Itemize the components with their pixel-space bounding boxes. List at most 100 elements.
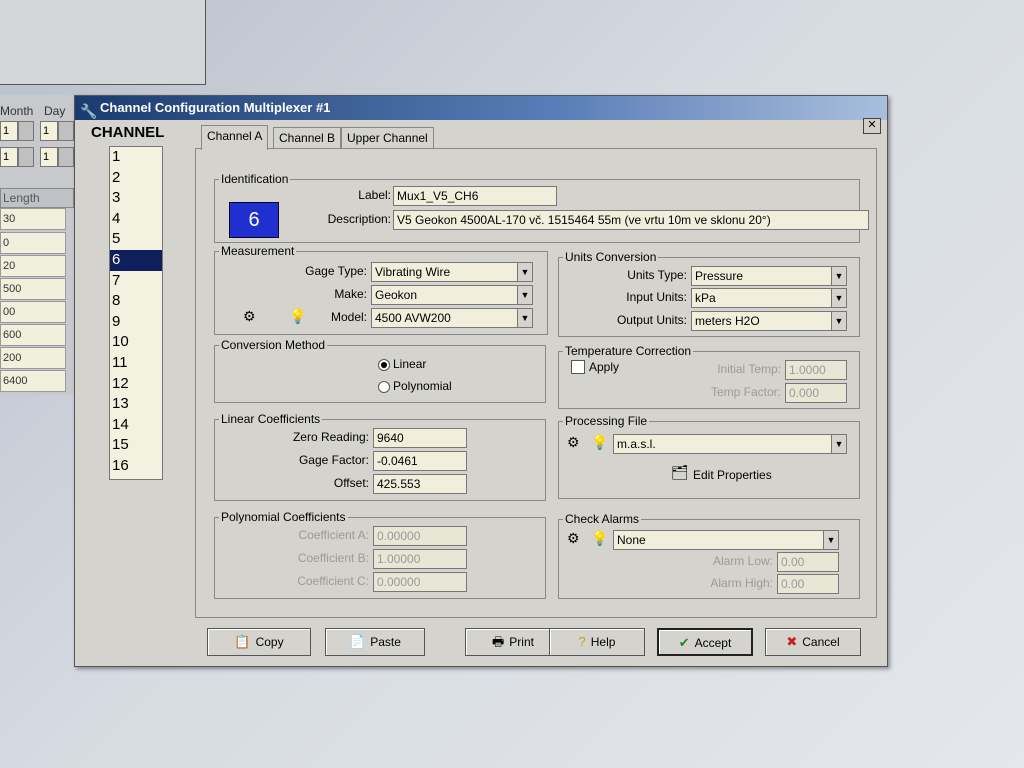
chevron-down-icon[interactable]: ▼ [831, 435, 846, 453]
dialog-title: Channel Configuration Multiplexer #1 [100, 100, 331, 115]
length-cell[interactable]: 00 [0, 301, 66, 323]
month-spinner-1[interactable]: 1 [0, 121, 18, 141]
cancel-label: Cancel [802, 635, 840, 649]
channel-list-item[interactable]: 14 [110, 415, 162, 436]
cancel-button[interactable]: ✖ Cancel [765, 628, 861, 656]
length-cell[interactable]: 200 [0, 347, 66, 369]
output-units-select[interactable]: meters H2O ▼ [691, 311, 847, 331]
lightbulb-icon[interactable]: 💡 [591, 434, 608, 451]
chevron-down-icon[interactable]: ▼ [831, 312, 846, 330]
chevron-down-icon[interactable]: ▼ [517, 309, 532, 327]
input-units-select[interactable]: kPa ▼ [691, 288, 847, 308]
alarm-high-field[interactable]: 0.00 [777, 574, 839, 594]
temp-factor-field[interactable]: 0.000 [785, 383, 847, 403]
channel-list-item[interactable]: 2 [110, 168, 162, 189]
gage-factor-field[interactable]: -0.0461 [373, 451, 467, 471]
tab-channel-a[interactable]: Channel A [201, 125, 269, 150]
channel-list-item[interactable]: 7 [110, 271, 162, 292]
zero-reading-field[interactable]: 9640 [373, 428, 467, 448]
edit-properties-icon[interactable]: 🗂 [671, 464, 689, 481]
tab-channel-b[interactable]: Channel B [273, 127, 342, 149]
month-spinner-2[interactable]: 1 [0, 147, 18, 167]
processing-file-select[interactable]: m.a.s.l. ▼ [613, 434, 847, 454]
chevron-down-icon[interactable]: ▼ [831, 289, 846, 307]
channel-list-item[interactable]: 6 [110, 249, 162, 271]
lightbulb-icon[interactable]: 💡 [289, 308, 306, 325]
linear-radio[interactable] [378, 359, 390, 371]
length-cell[interactable]: 20 [0, 255, 66, 277]
day-spin-buttons-1[interactable] [58, 121, 74, 141]
channel-list-item[interactable]: 9 [110, 312, 162, 333]
label-field[interactable]: Mux1_V5_CH6 [393, 186, 557, 206]
chevron-down-icon[interactable]: ▼ [517, 286, 532, 304]
edit-properties-link[interactable]: Edit Properties [693, 468, 772, 482]
length-cell[interactable]: 6400 [0, 370, 66, 392]
identification-group: Identification 6 Label: Mux1_V5_CH6 Desc… [214, 172, 869, 243]
gage-type-caption: Gage Type: [305, 264, 367, 278]
zero-reading-caption: Zero Reading: [292, 430, 369, 444]
chevron-down-icon[interactable]: ▼ [831, 267, 846, 285]
gage-type-select[interactable]: Vibrating Wire ▼ [371, 262, 533, 282]
channel-list[interactable]: 1 2 3 4 5 6 7 8 9 10 11 12 13 14 15 16 [109, 146, 163, 480]
coefficient-a-field[interactable]: 0.00000 [373, 526, 467, 546]
day-spinner-2[interactable]: 1 [40, 147, 58, 167]
length-cell[interactable]: 500 [0, 278, 66, 300]
gear-icon[interactable]: ⚙ [567, 434, 580, 451]
dialog-titlebar[interactable]: 🔧 Channel Configuration Multiplexer #1 [75, 96, 887, 120]
units-conversion-group: Units Conversion Units Type: Pressure ▼ I… [558, 250, 860, 337]
print-button[interactable]: 🖶 Print [465, 628, 561, 656]
temperature-correction-title: Temperature Correction [563, 344, 694, 358]
initial-temp-caption: Initial Temp: [717, 362, 781, 376]
label-caption: Label: [358, 188, 391, 202]
linear-label: Linear [393, 357, 427, 371]
month-spin-buttons-2[interactable] [18, 147, 34, 167]
identification-title: Identification [219, 172, 291, 186]
lightbulb-icon[interactable]: 💡 [591, 530, 608, 547]
accept-button[interactable]: ✔ Accept [657, 628, 753, 656]
description-field[interactable]: V5 Geokon 4500AL-170 vč. 1515464 55m (ve… [393, 210, 869, 230]
channel-list-item[interactable]: 3 [110, 188, 162, 209]
paste-button[interactable]: 📄 Paste [325, 628, 425, 656]
apply-checkbox[interactable] [571, 360, 585, 374]
chevron-down-icon[interactable]: ▼ [823, 531, 838, 549]
channel-list-item[interactable]: 15 [110, 435, 162, 456]
tab-upper-channel[interactable]: Upper Channel [341, 127, 434, 149]
channel-list-item[interactable]: 12 [110, 374, 162, 395]
coefficient-b-field[interactable]: 1.00000 [373, 549, 467, 569]
day-spinner-1[interactable]: 1 [40, 121, 58, 141]
channel-list-item[interactable]: 16 [110, 456, 162, 477]
help-button[interactable]: ? Help [549, 628, 645, 656]
chevron-down-icon[interactable]: ▼ [517, 263, 532, 281]
channel-list-item[interactable]: 4 [110, 209, 162, 230]
channel-list-item[interactable]: 10 [110, 332, 162, 353]
copy-button[interactable]: 📋 Copy [207, 628, 311, 656]
check-alarms-select[interactable]: None ▼ [613, 530, 839, 550]
initial-temp-field[interactable]: 1.0000 [785, 360, 847, 380]
channel-list-item[interactable]: 8 [110, 291, 162, 312]
model-select[interactable]: 4500 AVW200 ▼ [371, 308, 533, 328]
close-button[interactable]: ✕ [863, 118, 881, 134]
gear-icon[interactable]: ⚙ [243, 308, 256, 325]
cancel-x-icon: ✖ [786, 634, 798, 649]
channel-list-item[interactable]: 5 [110, 229, 162, 250]
channel-list-item[interactable]: 1 [110, 147, 162, 168]
units-type-select[interactable]: Pressure ▼ [691, 266, 847, 286]
alarm-low-field[interactable]: 0.00 [777, 552, 839, 572]
length-cell[interactable]: 600 [0, 324, 66, 346]
processing-file-group: Processing File ⚙ 💡 m.a.s.l. ▼ 🗂 Edit Pro… [558, 414, 860, 499]
polynomial-coefficients-group: Polynomial Coefficients Coefficient A: 0… [214, 510, 546, 599]
length-cell[interactable]: 30 [0, 208, 66, 230]
channel-list-item[interactable]: 11 [110, 353, 162, 374]
conversion-method-group: Conversion Method Linear Polynomial [214, 338, 546, 403]
day-spin-buttons-2[interactable] [58, 147, 74, 167]
make-select[interactable]: Geokon ▼ [371, 285, 533, 305]
coefficient-c-field[interactable]: 0.00000 [373, 572, 467, 592]
gear-icon[interactable]: ⚙ [567, 530, 580, 547]
channel-list-item[interactable]: 13 [110, 394, 162, 415]
polynomial-radio[interactable] [378, 381, 390, 393]
month-spin-buttons-1[interactable] [18, 121, 34, 141]
channel-number-badge: 6 [229, 202, 279, 238]
processing-file-title: Processing File [563, 414, 650, 428]
offset-field[interactable]: 425.553 [373, 474, 467, 494]
length-cell[interactable]: 0 [0, 232, 66, 254]
